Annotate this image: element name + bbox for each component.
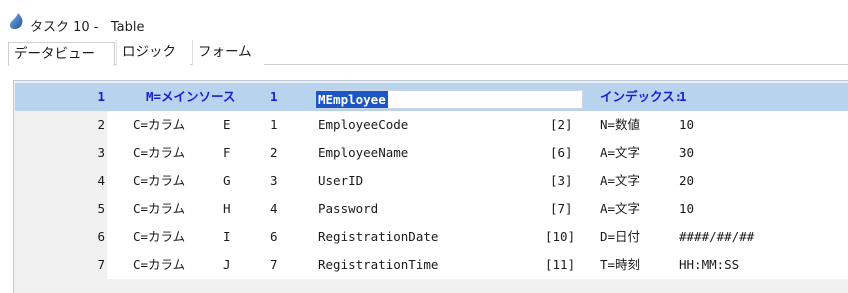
row-kind: C=カラム [133, 229, 186, 244]
row-type: N=数値 [600, 117, 641, 132]
main-source-name-input[interactable]: MEmployee [315, 90, 583, 109]
row-format: 10 [679, 117, 695, 132]
main-source-name-value: MEmployee [316, 91, 388, 108]
row-format: 30 [679, 145, 695, 160]
row-kind: C=カラム [133, 117, 186, 132]
row-kind: M=メインソース [146, 89, 236, 104]
row-number: 1 [15, 83, 107, 111]
row-ref: [7] [550, 201, 573, 216]
row-number: 3 [97, 145, 105, 160]
row-kind: C=カラム [133, 257, 186, 272]
row-kind: C=カラム [133, 173, 186, 188]
row-kind: C=カラム [133, 145, 186, 160]
row-format: 20 [679, 173, 695, 188]
table-row[interactable]: 6 C=カラム I 6 RegistrationDate [10] D=日付 #… [15, 223, 848, 251]
row-letter: J [223, 257, 231, 272]
row-number: 4 [97, 173, 105, 188]
row-format: 10 [679, 201, 695, 216]
row-number: 6 [97, 229, 105, 244]
row-name: Password [318, 201, 379, 216]
row-name: RegistrationTime [318, 257, 439, 272]
row-type: インデックス: [600, 89, 683, 104]
data-view-grid: 1 M=メインソース 1 MEmployee インデックス: 1 2 C=カラム… [13, 80, 848, 293]
row-type: A=文字 [600, 173, 641, 188]
row-letter: I [223, 229, 231, 244]
tab-logic[interactable]: ロジック [116, 40, 190, 65]
row-index: 7 [270, 257, 278, 272]
row-letter: E [223, 117, 231, 132]
row-ref: [11] [545, 257, 576, 272]
row-format: HH:MM:SS [679, 257, 740, 272]
row-index: 4 [270, 201, 278, 216]
table-row[interactable]: 3 C=カラム F 2 EmployeeName [6] A=文字 30 [15, 139, 848, 167]
row-body [107, 139, 848, 167]
row-letter: F [223, 145, 231, 160]
row-name: EmployeeCode [318, 117, 409, 132]
row-letter: H [223, 201, 231, 216]
row-type: A=文字 [600, 201, 641, 216]
table-row[interactable]: 5 C=カラム H 4 Password [7] A=文字 10 [15, 195, 848, 223]
row-body [107, 195, 848, 223]
row-format: ####/##/## [679, 229, 755, 244]
row-index: 6 [270, 229, 278, 244]
table-row[interactable]: 1 M=メインソース 1 MEmployee インデックス: 1 [15, 83, 848, 111]
row-kind: C=カラム [133, 201, 186, 216]
row-body [107, 167, 848, 195]
window-title: タスク 10 - Table [30, 20, 145, 35]
row-letter: G [223, 173, 231, 188]
table-row[interactable]: 4 C=カラム G 3 UserID [3] A=文字 20 [15, 167, 848, 195]
row-index: 3 [270, 173, 278, 188]
row-number: 2 [97, 117, 105, 132]
app-logo-icon [9, 13, 23, 30]
tab-form[interactable]: フォーム [192, 40, 264, 65]
row-format: 1 [679, 89, 687, 104]
row-name: UserID [318, 173, 364, 188]
tab-bar: データビュー ロジック フォーム [8, 40, 848, 66]
row-ref: [6] [550, 145, 573, 160]
row-ref: [2] [550, 117, 573, 132]
row-number: 7 [97, 257, 105, 272]
row-index: 1 [270, 117, 278, 132]
row-body [107, 111, 848, 139]
table-row[interactable]: 7 C=カラム J 7 RegistrationTime [11] T=時刻 H… [15, 251, 848, 279]
row-ref: [10] [545, 229, 576, 244]
table-row[interactable]: 2 C=カラム E 1 EmployeeCode [2] N=数値 10 [15, 111, 848, 139]
row-ref: [3] [550, 173, 573, 188]
row-name: RegistrationDate [318, 229, 439, 244]
row-number: 5 [97, 201, 105, 216]
row-type: D=日付 [600, 229, 641, 244]
tab-data-view[interactable]: データビュー [8, 42, 115, 66]
row-name: EmployeeName [318, 145, 409, 160]
row-index: 1 [270, 89, 278, 104]
title-bar: タスク 10 - Table [0, 0, 848, 40]
row-index: 2 [270, 145, 278, 160]
row-type: T=時刻 [600, 257, 641, 272]
row-type: A=文字 [600, 145, 641, 160]
